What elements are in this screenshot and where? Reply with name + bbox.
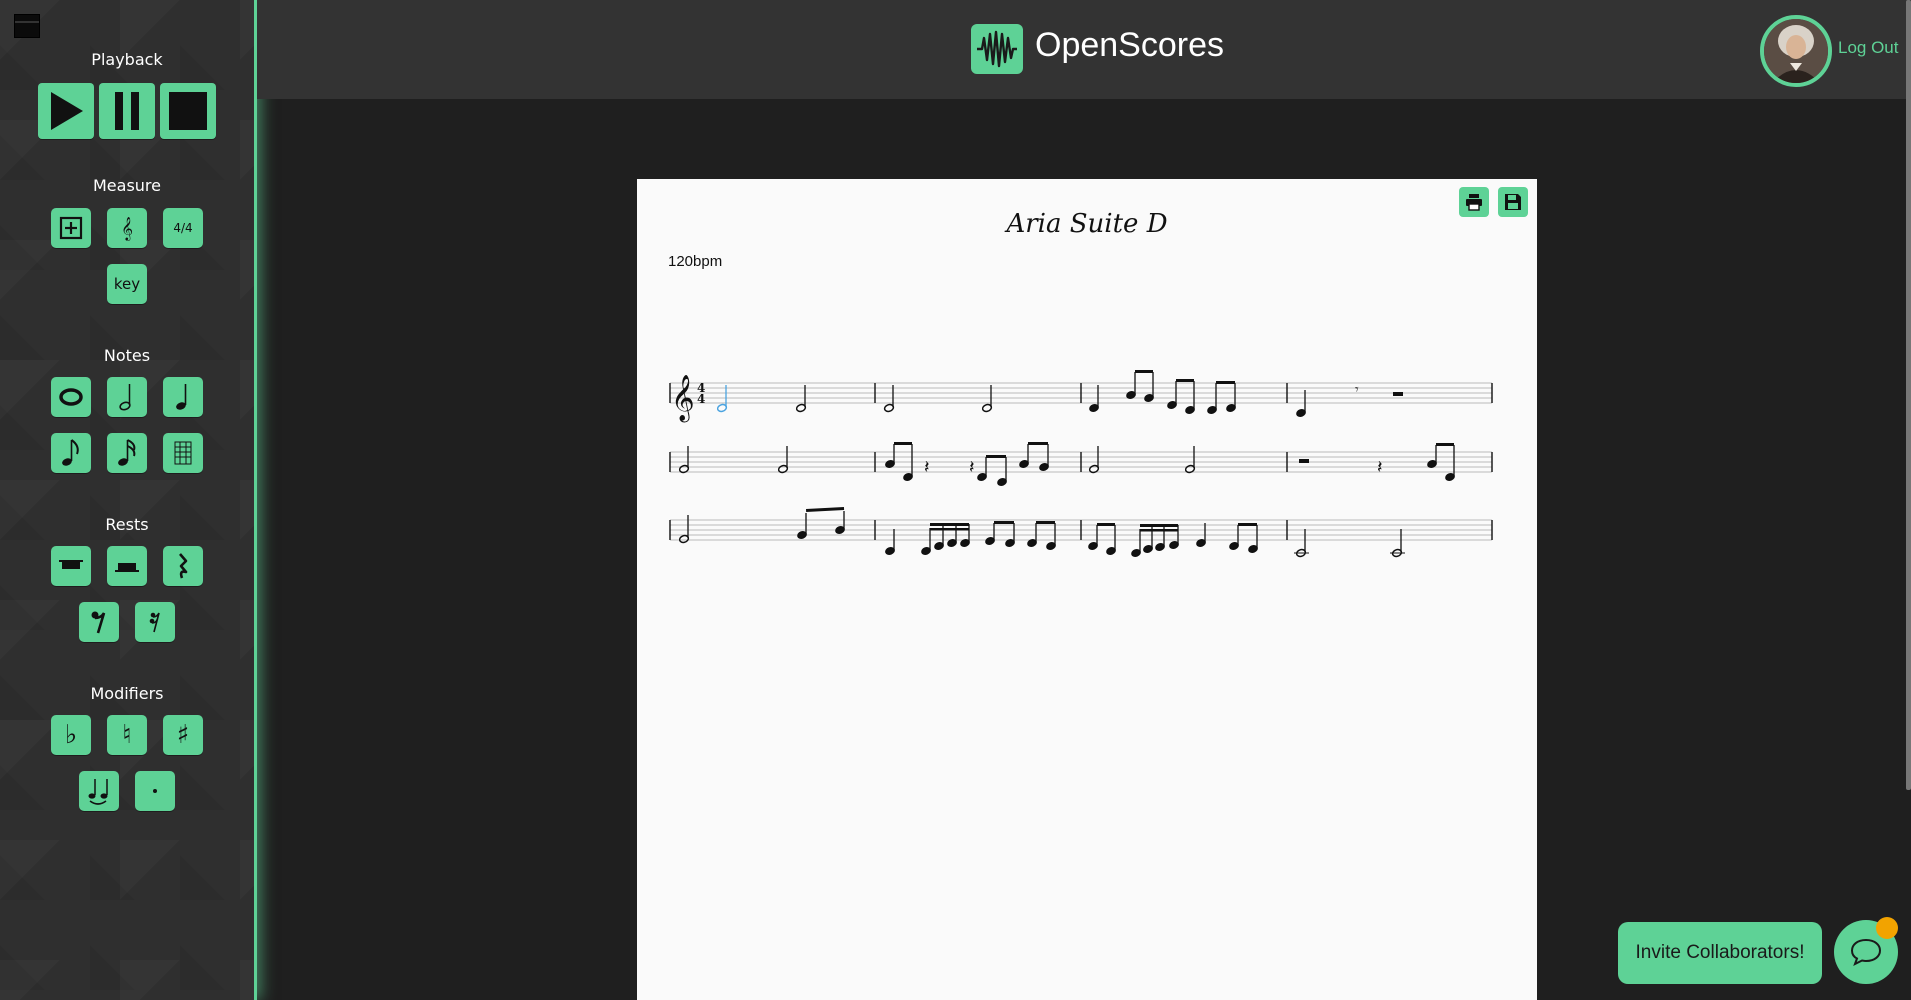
sixteenth-rest-icon <box>149 612 160 633</box>
thirty-second-note-button[interactable] <box>163 433 203 473</box>
dot-button[interactable] <box>135 771 175 811</box>
natural-button[interactable]: ♮ <box>107 715 147 755</box>
modifiers-title: Modifiers <box>90 684 164 703</box>
notes-system-1: 𝄾 <box>716 370 1403 417</box>
add-measure-button[interactable] <box>51 208 91 248</box>
menu-toggle-icon[interactable] <box>14 14 40 38</box>
notes-system-2: 𝄽 𝄽 𝄽 <box>678 442 1455 486</box>
sixteenth-rest-button[interactable] <box>135 602 175 642</box>
svg-text:𝄽: 𝄽 <box>969 457 975 478</box>
tool-sidebar: Playback Measure 𝄞 4/4 key Notes Rests M… <box>0 0 257 1000</box>
play-icon <box>51 92 83 130</box>
half-note-icon <box>119 384 131 411</box>
staff-canvas[interactable]: 𝄞 4 4 𝄾 𝄽 𝄽 𝄽 <box>637 179 1537 1000</box>
score-page: Aria Suite D 120bpm 𝄞 4 4 𝄾 𝄽 𝄽 𝄽 <box>637 179 1537 1000</box>
selected-note <box>716 385 728 413</box>
brand-name: OpenScores <box>1035 26 1224 64</box>
key-signature-button[interactable]: key <box>107 264 147 304</box>
eighth-rest-icon <box>91 611 106 634</box>
add-measure-icon <box>59 216 83 240</box>
quarter-note-icon <box>176 384 187 410</box>
svg-text:𝄽: 𝄽 <box>924 457 930 478</box>
sharp-button[interactable]: ♯ <box>163 715 203 755</box>
svg-text:𝄾: 𝄾 <box>1355 382 1359 398</box>
svg-text:𝄽: 𝄽 <box>1377 457 1383 478</box>
half-note-button[interactable] <box>107 377 147 417</box>
sharp-icon: ♯ <box>176 720 190 750</box>
pause-button[interactable] <box>99 83 155 139</box>
treble-clef-icon: 𝄞 <box>121 216 133 240</box>
tie-button[interactable] <box>79 771 119 811</box>
scrollbar[interactable] <box>1906 0 1911 790</box>
key-label: key <box>113 275 141 293</box>
chat-bubble-icon <box>1850 938 1882 967</box>
pause-icon <box>115 92 139 130</box>
whole-note-button[interactable] <box>51 377 91 417</box>
flat-icon: ♭ <box>64 720 78 750</box>
measure-title: Measure <box>93 176 161 195</box>
invite-collaborators-button[interactable]: Invite Collaborators! <box>1618 922 1822 984</box>
quarter-note-button[interactable] <box>163 377 203 417</box>
play-button[interactable] <box>38 83 94 139</box>
logout-link[interactable]: Log Out <box>1838 38 1899 58</box>
whole-rest-icon <box>59 560 83 569</box>
time-signature-bottom: 4 <box>697 392 705 406</box>
eighth-rest-button[interactable] <box>79 602 119 642</box>
thirty-second-note-icon <box>174 441 192 465</box>
whole-rest-button[interactable] <box>51 546 91 586</box>
stop-button[interactable] <box>160 83 216 139</box>
sixteenth-note-icon <box>118 439 136 466</box>
stop-icon <box>169 92 207 130</box>
tie-icon <box>88 779 108 805</box>
eighth-note-button[interactable] <box>51 433 91 473</box>
treble-clef: 𝄞 <box>671 375 695 423</box>
whole-note-icon <box>59 388 83 406</box>
natural-icon: ♮ <box>122 720 132 750</box>
dot-icon <box>153 789 157 793</box>
playback-title: Playback <box>91 50 163 69</box>
eighth-note-icon <box>62 439 79 466</box>
user-avatar[interactable] <box>1760 15 1832 87</box>
quarter-rest-button[interactable] <box>163 546 203 586</box>
flat-button[interactable]: ♭ <box>51 715 91 755</box>
sixteenth-note-button[interactable] <box>107 433 147 473</box>
half-rest-icon <box>115 563 139 572</box>
clef-button[interactable]: 𝄞 <box>107 208 147 248</box>
half-rest-button[interactable] <box>107 546 147 586</box>
notes-title: Notes <box>103 346 151 365</box>
time-signature-label: 4/4 <box>173 221 193 235</box>
notes-system-3 <box>678 507 1405 558</box>
time-signature-button[interactable]: 4/4 <box>163 208 203 248</box>
rests-title: Rests <box>105 515 149 534</box>
top-header: OpenScores Log Out <box>257 0 1911 99</box>
notification-badge <box>1876 917 1898 939</box>
quarter-rest-icon <box>179 553 188 579</box>
soundwave-logo-icon <box>971 24 1023 74</box>
